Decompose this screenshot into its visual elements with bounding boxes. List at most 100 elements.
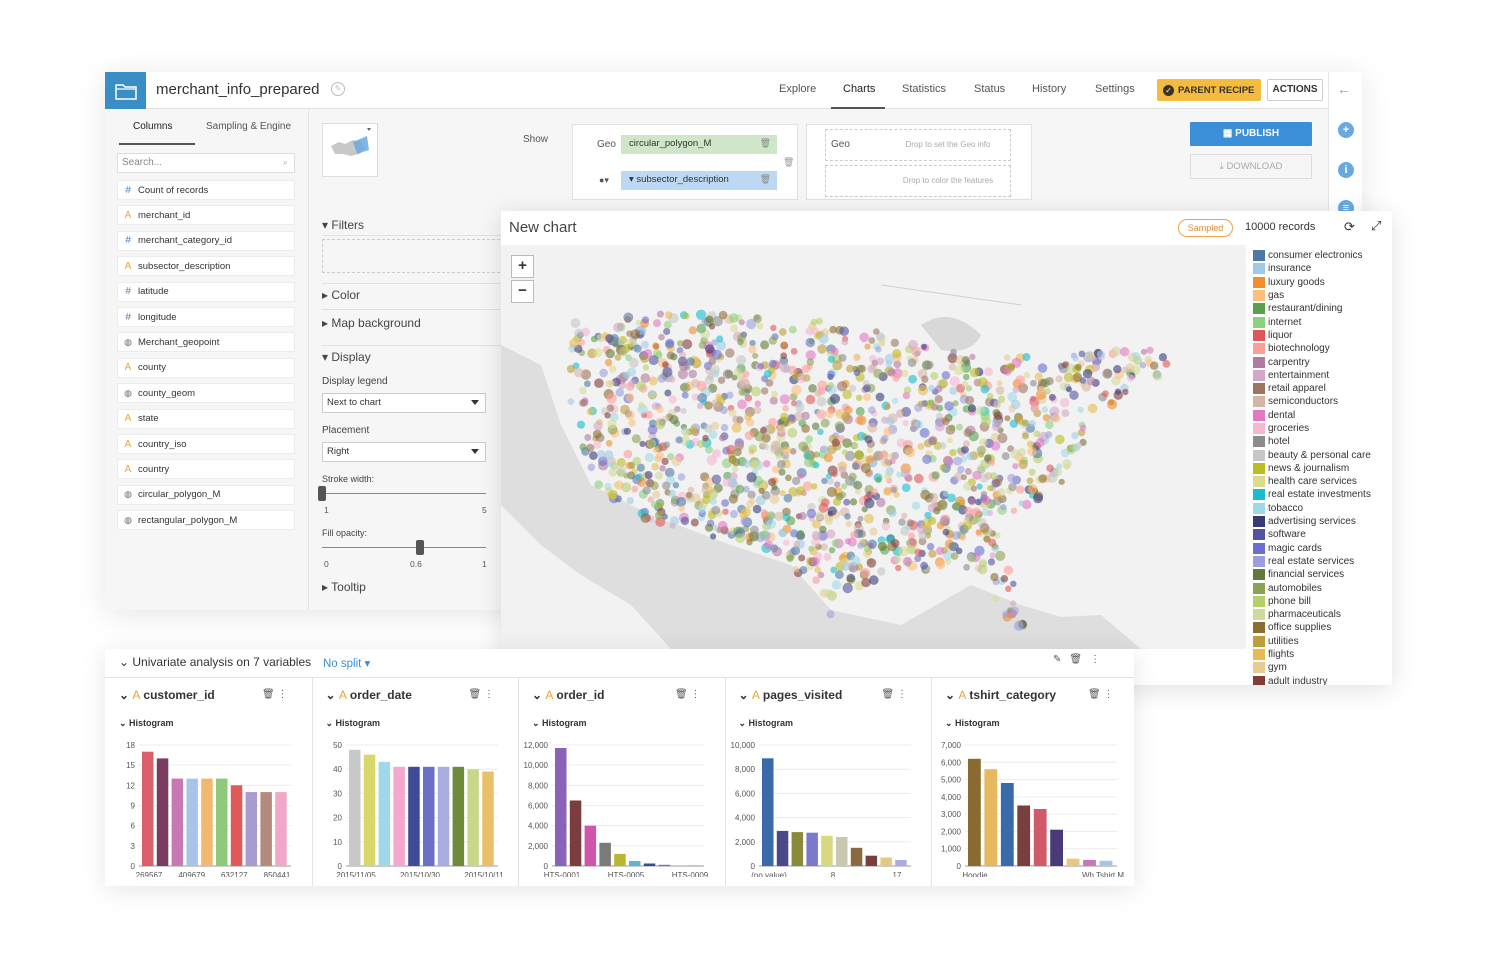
map-point[interactable] xyxy=(869,575,879,585)
map-point[interactable] xyxy=(1059,397,1070,408)
info-icon[interactable]: i xyxy=(1338,162,1354,178)
map-point[interactable] xyxy=(952,502,962,511)
variable-title[interactable]: ⌄ Aorder_date xyxy=(326,688,412,702)
map-point[interactable] xyxy=(801,411,810,421)
map-point[interactable] xyxy=(753,314,762,324)
map-point[interactable] xyxy=(623,427,631,435)
histogram-bar[interactable] xyxy=(1083,860,1096,867)
map-point[interactable] xyxy=(781,446,791,456)
map-point[interactable] xyxy=(977,564,988,575)
map-point[interactable] xyxy=(963,517,970,524)
map-point[interactable] xyxy=(702,495,711,505)
map-point[interactable] xyxy=(593,347,603,358)
filters-section[interactable]: ▾ Filters xyxy=(322,218,364,232)
map-point[interactable] xyxy=(753,406,762,415)
map-point[interactable] xyxy=(787,427,798,438)
map-point[interactable] xyxy=(735,533,746,544)
map-point[interactable] xyxy=(791,384,802,395)
tooltip-section[interactable]: ▸ Tooltip xyxy=(322,580,366,594)
map-point[interactable] xyxy=(631,434,641,444)
map-point[interactable] xyxy=(1038,474,1047,483)
map-point[interactable] xyxy=(880,457,890,468)
map-point[interactable] xyxy=(584,434,592,441)
map-point[interactable] xyxy=(659,465,666,472)
map-point[interactable] xyxy=(709,364,720,375)
map-point[interactable] xyxy=(857,515,864,522)
map-point[interactable] xyxy=(648,390,656,398)
map-point[interactable] xyxy=(764,540,773,550)
map-point[interactable] xyxy=(949,449,957,457)
publish-button[interactable]: ▦ PUBLISH xyxy=(1190,122,1312,146)
map-point[interactable] xyxy=(1033,430,1041,438)
map-point[interactable] xyxy=(847,537,857,547)
map-point[interactable] xyxy=(902,419,909,427)
map-point[interactable] xyxy=(744,431,754,441)
map-point[interactable] xyxy=(901,483,911,492)
column-item[interactable]: Acountry_iso xyxy=(117,434,295,454)
map-point[interactable] xyxy=(579,386,587,395)
map-point[interactable] xyxy=(901,468,911,478)
map-point[interactable] xyxy=(852,353,861,362)
histogram-bar[interactable] xyxy=(230,785,243,866)
map-point[interactable] xyxy=(792,565,799,573)
map-point[interactable] xyxy=(688,369,697,379)
map-point[interactable] xyxy=(604,358,613,367)
map-point[interactable] xyxy=(1021,419,1029,427)
map-point[interactable] xyxy=(664,311,673,319)
map-point[interactable] xyxy=(885,416,895,426)
map-point[interactable] xyxy=(760,426,767,434)
map-point[interactable] xyxy=(599,368,608,378)
map-point[interactable] xyxy=(651,501,658,508)
map-point[interactable] xyxy=(963,482,973,491)
map-point[interactable] xyxy=(738,319,745,326)
column-item[interactable]: ◍ county_geom xyxy=(117,383,295,404)
map-point[interactable] xyxy=(626,496,634,505)
map-point[interactable] xyxy=(678,358,686,366)
map-point[interactable] xyxy=(1010,580,1017,587)
map-point[interactable] xyxy=(891,539,900,548)
map-point[interactable] xyxy=(625,393,635,402)
map-point[interactable] xyxy=(848,384,857,392)
map-point[interactable] xyxy=(749,459,760,470)
map-point[interactable] xyxy=(683,429,691,437)
map-point[interactable] xyxy=(806,557,815,565)
legend-item[interactable]: hotel xyxy=(1253,435,1389,448)
map-point[interactable] xyxy=(1162,360,1171,368)
map-point[interactable] xyxy=(781,341,788,348)
map-point[interactable] xyxy=(748,345,757,354)
map-point[interactable] xyxy=(782,405,789,412)
map-point[interactable] xyxy=(816,396,827,407)
map-point[interactable] xyxy=(1022,353,1031,361)
refresh-icon[interactable]: ⟳ xyxy=(1344,219,1355,235)
map-point[interactable] xyxy=(670,353,678,361)
histogram-bar[interactable] xyxy=(216,778,228,866)
map-point[interactable] xyxy=(953,456,963,466)
map-point[interactable] xyxy=(834,421,845,431)
split-dropdown[interactable]: No split ▾ xyxy=(323,656,370,670)
tab-columns[interactable]: Columns xyxy=(133,121,172,132)
map-point[interactable] xyxy=(663,320,672,329)
map-point[interactable] xyxy=(891,453,899,461)
legend-item[interactable]: financial services xyxy=(1253,568,1389,581)
map-point[interactable] xyxy=(609,365,617,373)
map-point[interactable] xyxy=(648,376,658,386)
map-point[interactable] xyxy=(831,539,840,548)
legend-item[interactable]: luxury goods xyxy=(1253,276,1389,289)
univariate-title[interactable]: ⌄ Univariate analysis on 7 variables xyxy=(119,655,311,669)
map-point[interactable] xyxy=(881,521,891,531)
map-point[interactable] xyxy=(1016,485,1025,494)
map-point[interactable] xyxy=(716,335,724,343)
map-point[interactable] xyxy=(779,490,786,497)
map-point[interactable] xyxy=(817,428,824,436)
map-point[interactable] xyxy=(866,558,877,568)
map-point[interactable] xyxy=(789,448,797,455)
expand-icon[interactable]: ⤢ xyxy=(1371,218,1381,234)
legend-item[interactable]: beauty & personal care xyxy=(1253,448,1389,461)
map-point[interactable] xyxy=(935,560,946,570)
map-point[interactable] xyxy=(1146,346,1154,354)
map-point[interactable] xyxy=(653,319,661,328)
map-point[interactable] xyxy=(860,568,871,579)
map-point[interactable] xyxy=(1045,431,1053,439)
map-point[interactable] xyxy=(737,338,744,346)
map-point[interactable] xyxy=(921,375,929,383)
